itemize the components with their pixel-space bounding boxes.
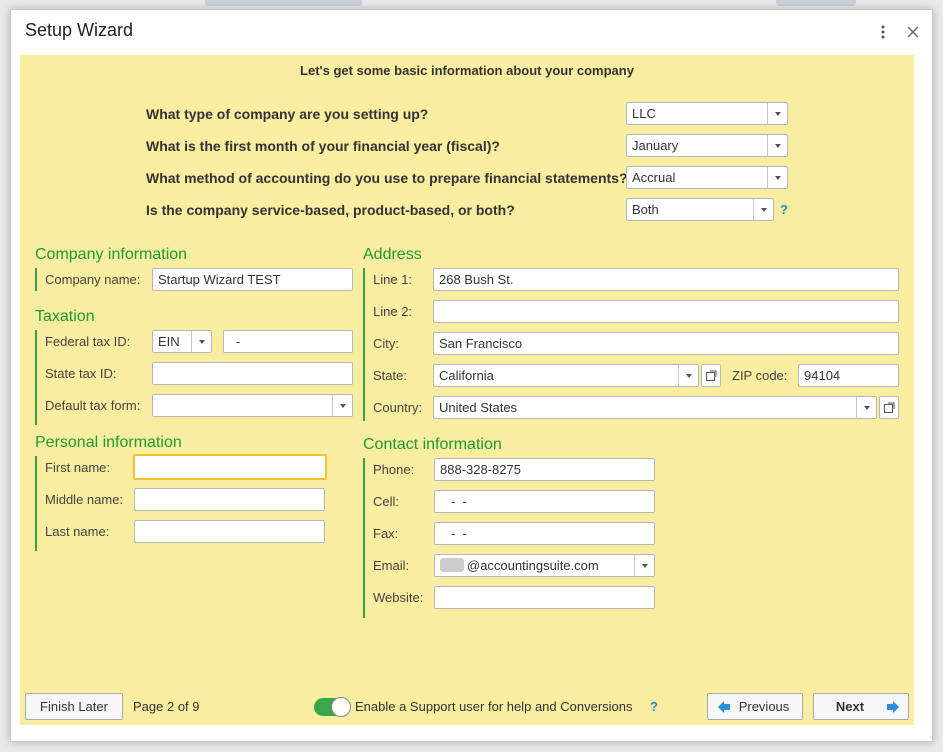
- chevron-down-icon: [191, 331, 211, 352]
- section-personal-information: Personal information: [35, 434, 182, 451]
- section-bar: [35, 330, 37, 425]
- default-tax-form-label: Default tax form:: [45, 398, 141, 413]
- phone-label: Phone:: [373, 462, 415, 477]
- chevron-down-icon: [767, 135, 787, 156]
- state-tax-id-label: State tax ID:: [45, 366, 117, 381]
- business-type-select[interactable]: Both: [626, 198, 774, 221]
- state-label: State:: [373, 368, 407, 383]
- federal-tax-type-value: EIN: [158, 334, 180, 349]
- email-label: Email:: [373, 558, 410, 573]
- first-name-label: First name:: [45, 460, 111, 475]
- line2-label: Line 2:: [373, 304, 413, 319]
- accounting-method-select[interactable]: Accrual: [626, 166, 788, 189]
- open-state-button[interactable]: [701, 364, 721, 387]
- background-tab: [776, 0, 856, 6]
- section-bar: [363, 458, 365, 618]
- email-domain: @accountingsuite.com: [467, 558, 599, 573]
- cell-label: Cell:: [373, 494, 400, 509]
- default-tax-form-select[interactable]: [152, 394, 353, 417]
- arrow-left-icon: [718, 701, 730, 713]
- federal-tax-id-input[interactable]: -: [223, 330, 353, 353]
- city-input[interactable]: San Francisco: [433, 332, 899, 355]
- arrow-right-icon: [887, 701, 899, 713]
- background-tab: [205, 0, 362, 6]
- section-taxation: Taxation: [35, 308, 95, 325]
- company-name-label: Company name:: [45, 272, 141, 287]
- business-type-value: Both: [632, 202, 659, 217]
- middle-name-label: Middle name:: [45, 492, 124, 507]
- chevron-down-icon: [856, 397, 876, 418]
- state-select[interactable]: California: [433, 364, 699, 387]
- question-accounting-method: What method of accounting do you use to …: [146, 170, 628, 186]
- accounting-method-value: Accrual: [632, 170, 676, 185]
- federal-tax-type-select[interactable]: EIN: [152, 330, 212, 353]
- open-country-button[interactable]: [879, 396, 899, 419]
- cell-input[interactable]: - -: [434, 490, 655, 513]
- section-bar: [363, 268, 365, 421]
- website-label: Website:: [373, 590, 424, 605]
- more-vertical-icon[interactable]: [873, 22, 893, 42]
- company-type-value: LLC: [632, 106, 656, 121]
- last-name-label: Last name:: [45, 524, 110, 539]
- page-heading: Let's get some basic information about y…: [300, 63, 634, 78]
- address-line1-input[interactable]: 268 Bush St.: [433, 268, 899, 291]
- help-icon[interactable]: ?: [780, 202, 788, 217]
- dialog-title: Setup Wizard: [25, 20, 134, 40]
- company-type-select[interactable]: LLC: [626, 102, 788, 125]
- wizard-panel: Let's get some basic information about y…: [20, 55, 914, 725]
- fiscal-month-value: January: [632, 138, 679, 153]
- support-user-toggle[interactable]: [314, 697, 351, 717]
- middle-name-input[interactable]: [134, 488, 325, 511]
- open-window-icon: [706, 370, 717, 381]
- section-company-information: Company information: [35, 246, 188, 263]
- zip-code-label: ZIP code:: [732, 368, 788, 383]
- question-company-type: What type of company are you setting up?: [146, 106, 429, 122]
- chevron-down-icon: [767, 167, 787, 188]
- section-bar: [35, 456, 37, 551]
- company-name-input[interactable]: Startup Wizard TEST: [152, 268, 353, 291]
- next-button[interactable]: Next: [813, 693, 909, 720]
- country-label: Country:: [373, 400, 423, 415]
- setup-wizard-dialog: Setup Wizard Let's get some basic inform…: [10, 9, 933, 742]
- last-name-input[interactable]: [134, 520, 325, 543]
- close-icon[interactable]: [903, 22, 923, 42]
- federal-tax-id-label: Federal tax ID:: [45, 334, 131, 349]
- previous-button[interactable]: Previous: [707, 693, 803, 720]
- section-address: Address: [363, 246, 422, 263]
- zip-code-input[interactable]: 94104: [798, 364, 899, 387]
- phone-input[interactable]: 888-328-8275: [434, 458, 655, 481]
- section-contact-information: Contact information: [363, 436, 502, 453]
- question-business-type: Is the company service-based, product-ba…: [146, 202, 515, 218]
- fax-label: Fax:: [373, 526, 399, 541]
- first-name-input[interactable]: [133, 454, 327, 480]
- toggle-knob: [331, 697, 351, 717]
- finish-later-button[interactable]: Finish Later: [25, 693, 123, 720]
- fax-input[interactable]: - -: [434, 522, 655, 545]
- country-value: United States: [439, 400, 518, 415]
- city-label: City:: [373, 336, 399, 351]
- fiscal-month-select[interactable]: January: [626, 134, 788, 157]
- previous-label: Previous: [738, 699, 790, 714]
- chevron-down-icon: [634, 555, 654, 576]
- chevron-down-icon: [767, 103, 787, 124]
- chevron-down-icon: [678, 365, 698, 386]
- next-label: Next: [835, 699, 865, 714]
- support-user-label: Enable a Support user for help and Conve…: [355, 699, 633, 714]
- chevron-down-icon: [753, 199, 773, 220]
- redacted-username: [440, 558, 464, 572]
- question-fiscal-month: What is the first month of your financia…: [146, 138, 500, 154]
- email-value-wrap: @accountingsuite.com: [440, 555, 599, 576]
- section-bar: [35, 268, 37, 291]
- open-window-icon: [884, 402, 895, 413]
- line1-label: Line 1:: [373, 272, 413, 287]
- address-line2-input[interactable]: [433, 300, 899, 323]
- website-input[interactable]: [434, 586, 655, 609]
- state-tax-id-input[interactable]: [152, 362, 353, 385]
- page-indicator: Page 2 of 9: [133, 699, 200, 714]
- country-select[interactable]: United States: [433, 396, 877, 419]
- help-icon[interactable]: ?: [650, 699, 658, 714]
- state-value: California: [439, 368, 494, 383]
- email-select[interactable]: @accountingsuite.com: [434, 554, 655, 577]
- chevron-down-icon: [332, 395, 352, 416]
